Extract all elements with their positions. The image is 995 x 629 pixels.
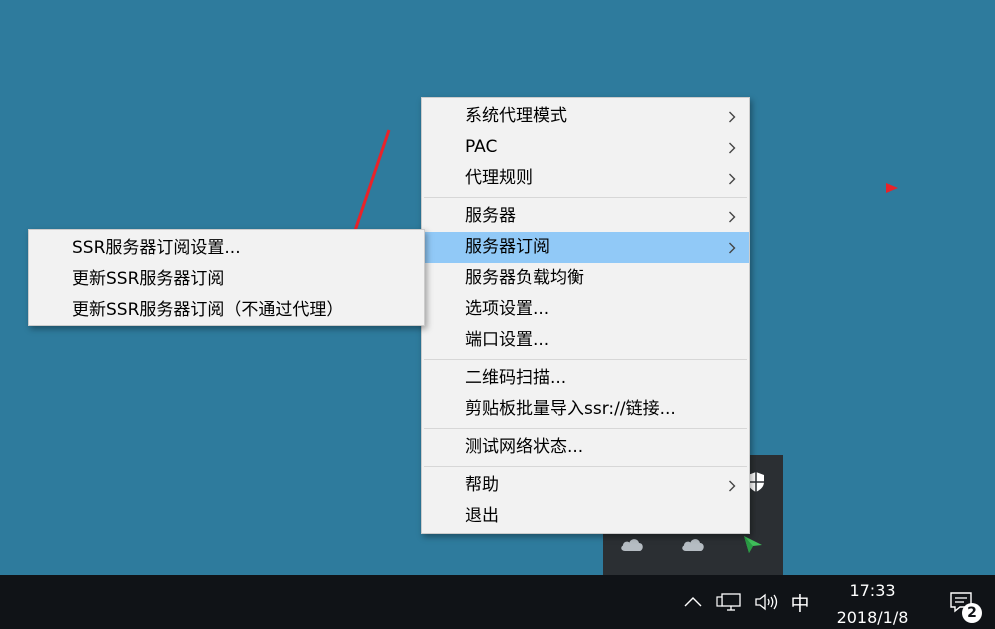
menu-separator	[424, 359, 747, 360]
menu-item-label: 更新SSR服务器订阅	[72, 269, 225, 289]
menu-item-label: SSR服务器订阅设置...	[72, 238, 241, 258]
menu-item-label: 服务器	[465, 206, 516, 226]
network-icon[interactable]	[714, 575, 744, 629]
notification-count-badge: 2	[962, 603, 982, 623]
menu-item-server-subscription[interactable]: 服务器订阅	[422, 232, 749, 263]
menu-item-label: 服务器负载均衡	[465, 268, 584, 288]
menu-item-label: 二维码扫描...	[465, 368, 567, 388]
menu-item-label: 系统代理模式	[465, 106, 567, 126]
menu-item-label: 端口设置...	[465, 330, 550, 350]
clock-date: 2018/1/8	[836, 608, 909, 627]
submenu-item-update-subscription-no-proxy[interactable]: 更新SSR服务器订阅（不通过代理）	[29, 295, 424, 326]
ssr-context-menu: 系统代理模式 PAC 代理规则 服务器 服务器订阅 服务器负载均衡 选项设置..…	[421, 97, 750, 534]
menu-separator	[424, 428, 747, 429]
menu-item-options[interactable]: 选项设置...	[422, 294, 749, 325]
menu-item-clipboard-import[interactable]: 剪贴板批量导入ssr://链接...	[422, 394, 749, 425]
menu-separator	[424, 466, 747, 467]
ime-indicator[interactable]: 中	[786, 575, 814, 629]
ime-label: 中	[790, 592, 810, 615]
menu-item-load-balance[interactable]: 服务器负载均衡	[422, 263, 749, 294]
menu-item-port-settings[interactable]: 端口设置...	[422, 325, 749, 356]
menu-item-label: 帮助	[465, 475, 499, 495]
submenu-item-update-subscription[interactable]: 更新SSR服务器订阅	[29, 264, 424, 295]
ssr-paper-plane-icon[interactable]	[740, 534, 766, 554]
chevron-right-icon	[728, 132, 736, 163]
menu-item-help[interactable]: 帮助	[422, 470, 749, 501]
menu-item-label: 剪贴板批量导入ssr://链接...	[465, 399, 676, 419]
menu-item-label: 选项设置...	[465, 299, 550, 319]
taskbar-clock[interactable]: 17:33 2018/1/8	[820, 575, 925, 629]
menu-item-system-proxy-mode[interactable]: 系统代理模式	[422, 101, 749, 132]
menu-item-servers[interactable]: 服务器	[422, 201, 749, 232]
menu-item-label: 服务器订阅	[465, 237, 550, 257]
chevron-right-icon	[728, 232, 736, 263]
menu-item-pac[interactable]: PAC	[422, 132, 749, 163]
clock-time: 17:33	[849, 581, 896, 600]
menu-item-network-test[interactable]: 测试网络状态...	[422, 432, 749, 463]
menu-item-label: 退出	[465, 506, 499, 526]
menu-item-qrcode-scan[interactable]: 二维码扫描...	[422, 363, 749, 394]
menu-separator	[424, 197, 747, 198]
onedrive-cloud-icon[interactable]	[680, 534, 706, 554]
submenu-item-subscription-settings[interactable]: SSR服务器订阅设置...	[29, 233, 424, 264]
menu-item-label: PAC	[465, 137, 498, 157]
volume-icon[interactable]	[752, 575, 780, 629]
taskbar: 中 17:33 2018/1/8	[0, 575, 995, 629]
menu-item-label: 代理规则	[465, 168, 533, 188]
chevron-right-icon	[728, 470, 736, 501]
menu-item-exit[interactable]: 退出	[422, 501, 749, 532]
chevron-right-icon	[728, 101, 736, 132]
subscription-submenu: SSR服务器订阅设置... 更新SSR服务器订阅 更新SSR服务器订阅（不通过代…	[28, 229, 425, 326]
chevron-right-icon	[728, 201, 736, 232]
menu-item-label: 测试网络状态...	[465, 437, 584, 457]
chevron-up-icon[interactable]	[681, 575, 705, 629]
onedrive-cloud-icon[interactable]	[619, 534, 645, 554]
chevron-right-icon	[728, 163, 736, 194]
menu-item-proxy-rules[interactable]: 代理规则	[422, 163, 749, 194]
menu-item-label: 更新SSR服务器订阅（不通过代理）	[72, 300, 344, 320]
